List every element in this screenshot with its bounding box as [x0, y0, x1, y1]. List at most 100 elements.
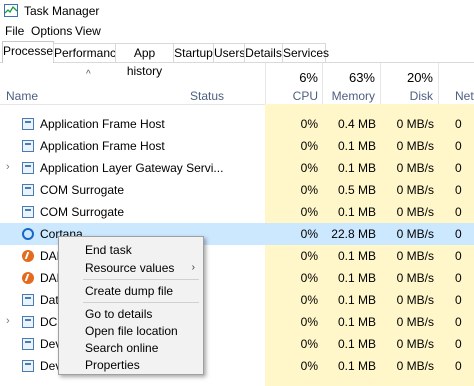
- memory-value: 0.1 MB: [337, 205, 376, 219]
- column-status[interactable]: Status: [190, 89, 224, 103]
- menu-separator: [83, 279, 199, 280]
- cpu-value: 0%: [300, 161, 318, 175]
- cpu-value: 0%: [300, 227, 318, 241]
- memory-value: 0.1 MB: [337, 315, 376, 329]
- orange-app-icon: [22, 272, 34, 284]
- process-name: COM Surrogate: [40, 205, 125, 219]
- menu-bar: File Options View: [0, 22, 474, 40]
- memory-value: 0.1 MB: [337, 249, 376, 263]
- disk-percent: 20%: [406, 70, 433, 85]
- disk-value: 0 MB/s: [396, 139, 434, 153]
- cpu-percent: 6%: [299, 70, 318, 85]
- cpu-value: 0%: [300, 183, 318, 197]
- menu-file[interactable]: File: [5, 24, 24, 38]
- memory-value: 0.1 MB: [337, 271, 376, 285]
- cpu-value: 0%: [300, 271, 318, 285]
- disk-value: 0 MB/s: [396, 271, 434, 285]
- tab-users[interactable]: Users: [213, 43, 245, 62]
- disk-value: 0 MB/s: [396, 183, 434, 197]
- network-value: 0: [455, 161, 462, 175]
- column-divider: [438, 63, 439, 104]
- table-row[interactable]: COM Surrogate 0% 0.1 MB 0 MB/s 0: [0, 201, 474, 223]
- sort-up-icon: ^: [86, 69, 91, 80]
- disk-value: 0 MB/s: [396, 227, 434, 241]
- column-memory[interactable]: Memory: [322, 89, 375, 103]
- column-disk[interactable]: Disk: [380, 89, 433, 103]
- chevron-right-icon: ›: [191, 262, 195, 273]
- network-value: 0: [455, 271, 462, 285]
- cpu-value: 0%: [300, 359, 318, 373]
- network-value: 0: [455, 359, 462, 373]
- network-value: 0: [455, 117, 462, 131]
- menu-separator: [83, 302, 199, 303]
- context-menu: End task Resource values › Create dump f…: [58, 236, 204, 375]
- menu-create-dump-file[interactable]: Create dump file: [85, 284, 173, 298]
- memory-percent: 63%: [348, 70, 375, 85]
- network-value: 0: [455, 315, 462, 329]
- table-row[interactable]: COM Surrogate 0% 0.5 MB 0 MB/s 0: [0, 179, 474, 201]
- memory-value: 0.4 MB: [337, 117, 376, 131]
- window-icon: [22, 360, 34, 372]
- disk-value: 0 MB/s: [396, 359, 434, 373]
- table-row[interactable]: Application Frame Host 0% 0.1 MB 0 MB/s 0: [0, 135, 474, 157]
- column-name[interactable]: Name: [6, 89, 38, 103]
- network-value: 0: [455, 183, 462, 197]
- memory-value: 0.1 MB: [337, 359, 376, 373]
- memory-value: 0.1 MB: [337, 293, 376, 307]
- tab-performance[interactable]: Performance: [53, 43, 123, 62]
- cortana-icon: [22, 228, 34, 240]
- memory-value: 0.1 MB: [337, 139, 376, 153]
- menu-end-task[interactable]: End task: [85, 243, 132, 257]
- menu-view[interactable]: View: [75, 24, 101, 38]
- network-value: 0: [455, 205, 462, 219]
- tab-startup[interactable]: Startup: [173, 43, 214, 62]
- cpu-value: 0%: [300, 293, 318, 307]
- window-icon: [22, 316, 34, 328]
- cpu-value: 0%: [300, 139, 318, 153]
- expand-chevron-icon[interactable]: ›: [6, 315, 10, 327]
- network-value: 0: [455, 249, 462, 263]
- disk-value: 0 MB/s: [396, 293, 434, 307]
- table-row[interactable]: Application Frame Host 0% 0.4 MB 0 MB/s 0: [0, 113, 474, 135]
- menu-open-file-location[interactable]: Open file location: [85, 324, 178, 338]
- orange-app-icon: [22, 250, 34, 262]
- disk-value: 0 MB/s: [396, 161, 434, 175]
- network-value: 0: [455, 139, 462, 153]
- process-name: Application Layer Gateway Servi...: [40, 161, 224, 175]
- network-value: 0: [455, 293, 462, 307]
- cpu-value: 0%: [300, 249, 318, 263]
- table-row[interactable]: › Application Layer Gateway Servi... 0% 0.1…: [0, 157, 474, 179]
- memory-value: 0.1 MB: [337, 337, 376, 351]
- column-header: ^ Name Status 6% CPU 63% Memory 20% Disk…: [0, 63, 474, 105]
- tab-strip: Processes Performance App history Startu…: [0, 41, 474, 78]
- column-network[interactable]: Netw: [455, 89, 474, 103]
- column-cpu[interactable]: CPU: [265, 89, 318, 103]
- window-icon: [22, 184, 34, 196]
- tab-app-history[interactable]: App history: [115, 43, 174, 78]
- menu-options[interactable]: Options: [31, 24, 72, 38]
- menu-go-to-details[interactable]: Go to details: [85, 307, 152, 321]
- cpu-value: 0%: [300, 205, 318, 219]
- disk-value: 0 MB/s: [396, 249, 434, 263]
- window-icon: [22, 162, 34, 174]
- disk-value: 0 MB/s: [396, 117, 434, 131]
- tab-services[interactable]: Services: [282, 43, 329, 62]
- cpu-value: 0%: [300, 315, 318, 329]
- window-icon: [22, 294, 34, 306]
- menu-resource-values[interactable]: Resource values: [85, 261, 174, 275]
- title-bar: Task Manager: [0, 0, 474, 22]
- process-name: COM Surrogate: [40, 183, 125, 197]
- menu-properties[interactable]: Properties: [85, 358, 140, 372]
- expand-chevron-icon[interactable]: ›: [6, 161, 10, 173]
- task-manager-icon: [4, 4, 18, 17]
- network-value: 0: [455, 337, 462, 351]
- tab-processes[interactable]: Processes: [2, 41, 59, 63]
- network-value: 0: [455, 227, 462, 241]
- memory-value: 0.5 MB: [337, 183, 376, 197]
- process-name: Application Frame Host: [40, 117, 165, 131]
- memory-value: 0.1 MB: [337, 161, 376, 175]
- menu-search-online[interactable]: Search online: [85, 341, 158, 355]
- window-icon: [22, 338, 34, 350]
- tab-details[interactable]: Details: [244, 43, 283, 62]
- disk-value: 0 MB/s: [396, 205, 434, 219]
